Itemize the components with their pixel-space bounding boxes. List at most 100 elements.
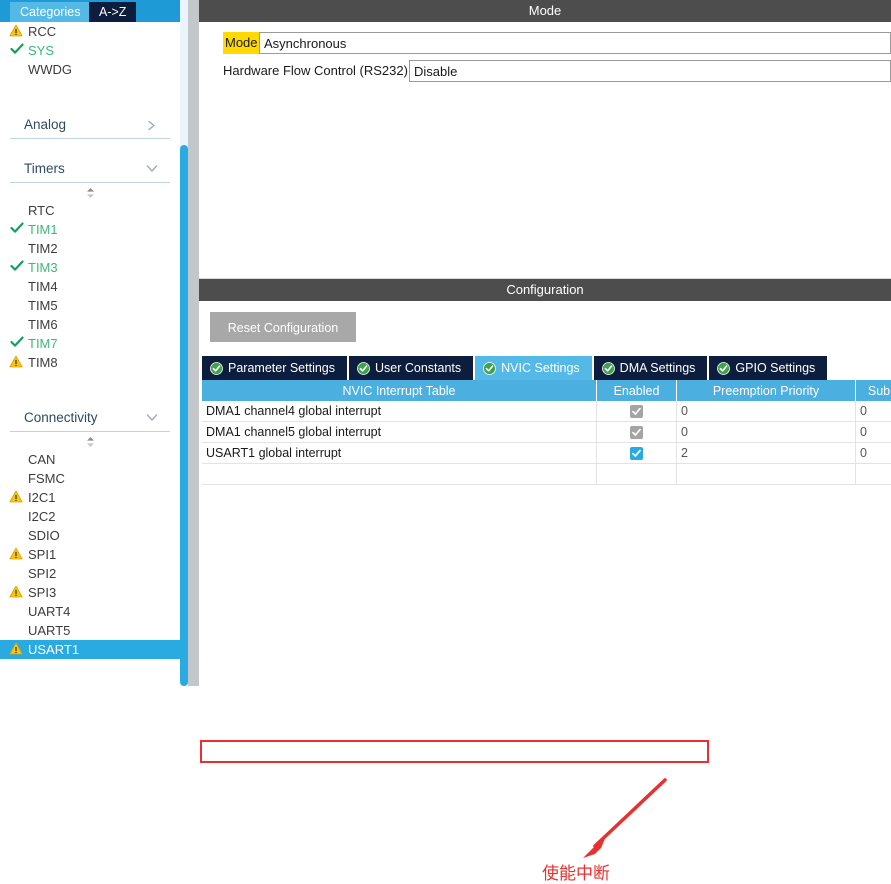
ip-item-label: I2C2 — [28, 509, 55, 524]
enabled-checkbox[interactable] — [630, 447, 643, 460]
ip-item-tim4[interactable]: TIM4 — [0, 277, 180, 296]
ip-item-tim2[interactable]: TIM2 — [0, 239, 180, 258]
category-header-timers[interactable]: Timers — [10, 155, 170, 183]
column-header-preemption-priority[interactable]: Preemption Priority — [677, 380, 856, 401]
cell-interrupt-name: USART1 global interrupt — [202, 443, 597, 464]
ip-tree-list[interactable]: RCC SYS WWDG Analog Timers RTC TIM1 TIM2TIM3 TIM… — [0, 22, 180, 686]
category-header-label: Analog — [24, 117, 66, 132]
reset-configuration-button[interactable]: Reset Configuration — [210, 312, 356, 342]
list-scroll-spinner[interactable] — [0, 432, 180, 450]
ip-item-i2c2[interactable]: I2C2 — [0, 507, 180, 526]
column-header-enabled[interactable]: Enabled — [597, 380, 677, 401]
ip-item-rtc[interactable]: RTC — [0, 201, 180, 220]
ip-item-tim6[interactable]: TIM6 — [0, 315, 180, 334]
annotation-label: 使能中断 — [542, 859, 610, 884]
hardware-flow-control-dropdown[interactable]: Disable — [409, 60, 891, 82]
tab-label: GPIO Settings — [735, 356, 815, 380]
tab-nvic-settings[interactable]: NVIC Settings — [475, 356, 592, 380]
warning-triangle-icon — [9, 642, 24, 657]
cell-sub-priority[interactable]: 0 — [856, 422, 891, 443]
ip-item-spi3[interactable]: SPI3 — [0, 583, 180, 602]
ip-item-spi2[interactable]: SPI2 — [0, 564, 180, 583]
ip-item-fsmc[interactable]: FSMC — [0, 469, 180, 488]
table-row[interactable]: USART1 global interrupt 20 — [202, 443, 891, 464]
ip-item-uart5[interactable]: UART5 — [0, 621, 180, 640]
cell-sub-priority[interactable]: 0 — [856, 401, 891, 422]
panel-divider[interactable] — [188, 0, 199, 686]
ip-item-label: TIM1 — [28, 222, 58, 237]
cell-empty — [597, 464, 677, 485]
no-status-icon — [9, 203, 24, 218]
chevron-down-icon[interactable] — [146, 155, 160, 182]
category-header-analog[interactable]: Analog — [10, 111, 170, 139]
ip-item-label: RTC — [28, 203, 54, 218]
chevron-right-icon[interactable] — [146, 111, 160, 138]
usart1-interrupt-highlight-box — [200, 740, 709, 763]
ip-item-wwdg[interactable]: WWDG — [0, 60, 180, 79]
enabled-checkbox[interactable] — [630, 405, 643, 418]
column-header-nvic-interrupt-table[interactable]: NVIC Interrupt Table — [202, 380, 597, 401]
nvic-interrupt-table[interactable]: NVIC Interrupt Table Enabled Preemption … — [202, 380, 891, 485]
tab-gpio-settings[interactable]: GPIO Settings — [709, 356, 827, 380]
chevron-down-icon[interactable] — [146, 404, 160, 431]
category-header-connectivity[interactable]: Connectivity — [10, 404, 170, 432]
ip-item-label: TIM4 — [28, 279, 58, 294]
ip-item-i2c1[interactable]: I2C1 — [0, 488, 180, 507]
enabled-checkbox[interactable] — [630, 426, 643, 439]
check-mark-icon — [9, 260, 24, 275]
no-status-icon — [9, 241, 24, 256]
ip-item-tim8[interactable]: TIM8 — [0, 353, 180, 372]
list-scroll-spinner[interactable] — [0, 183, 180, 201]
tab-parameter-settings[interactable]: Parameter Settings — [202, 356, 347, 380]
tab-dma-settings[interactable]: DMA Settings — [594, 356, 708, 380]
ip-item-sys[interactable]: SYS — [0, 41, 180, 60]
ip-item-tim1[interactable]: TIM1 — [0, 220, 180, 239]
ip-item-tim7[interactable]: TIM7 — [0, 334, 180, 353]
warning-triangle-icon — [9, 490, 24, 505]
tab-user-constants[interactable]: User Constants — [349, 356, 473, 380]
ip-item-sdio[interactable]: SDIO — [0, 526, 180, 545]
column-header-sub-priority[interactable]: Sub — [856, 380, 891, 401]
hardware-flow-control-label: Hardware Flow Control (RS232) — [223, 60, 408, 82]
cell-enabled[interactable] — [597, 443, 677, 464]
ip-item-spi1[interactable]: SPI1 — [0, 545, 180, 564]
left-panel-scrollbar-thumb[interactable] — [180, 145, 188, 686]
check-circle-icon — [210, 362, 223, 375]
check-circle-icon — [602, 362, 615, 375]
annotation-arrow-icon — [569, 776, 679, 864]
no-status-icon — [9, 317, 24, 332]
ip-item-label: UART5 — [28, 623, 70, 638]
ip-item-can[interactable]: CAN — [0, 450, 180, 469]
cell-empty — [677, 464, 856, 485]
table-row[interactable]: DMA1 channel5 global interrupt00 — [202, 422, 891, 443]
nvic-table-header-row: NVIC Interrupt Table Enabled Preemption … — [202, 380, 891, 401]
mode-value-dropdown[interactable]: Asynchronous — [259, 32, 891, 54]
ip-item-label: SYS — [28, 43, 54, 58]
ip-item-tim5[interactable]: TIM5 — [0, 296, 180, 315]
ip-item-usart1[interactable]: USART1 — [0, 640, 180, 659]
cell-enabled[interactable] — [597, 422, 677, 443]
no-status-icon — [9, 604, 24, 619]
no-status-icon — [9, 62, 24, 77]
tab-label: NVIC Settings — [501, 356, 580, 380]
cell-enabled[interactable] — [597, 401, 677, 422]
check-mark-icon — [9, 43, 24, 58]
cell-preemption-priority[interactable]: 0 — [677, 422, 856, 443]
table-row[interactable]: DMA1 channel4 global interrupt00 — [202, 401, 891, 422]
ip-item-rcc[interactable]: RCC — [0, 22, 180, 41]
tab-label: Parameter Settings — [228, 356, 335, 380]
tab-a-to-z[interactable]: A->Z — [89, 2, 136, 22]
ip-item-label: WWDG — [28, 62, 72, 77]
ip-item-tim3[interactable]: TIM3 — [0, 258, 180, 277]
ip-item-label: SPI2 — [28, 566, 56, 581]
cell-empty — [856, 464, 891, 485]
cell-preemption-priority[interactable]: 0 — [677, 401, 856, 422]
mode-label: Mode — [223, 32, 260, 54]
ip-item-label: TIM6 — [28, 317, 58, 332]
cell-preemption-priority[interactable]: 2 — [677, 443, 856, 464]
ip-item-uart4[interactable]: UART4 — [0, 602, 180, 621]
cell-sub-priority[interactable]: 0 — [856, 443, 891, 464]
mode-section-header: Mode — [199, 0, 891, 22]
ip-item-label: UART4 — [28, 604, 70, 619]
tab-categories[interactable]: Categories — [10, 2, 90, 22]
